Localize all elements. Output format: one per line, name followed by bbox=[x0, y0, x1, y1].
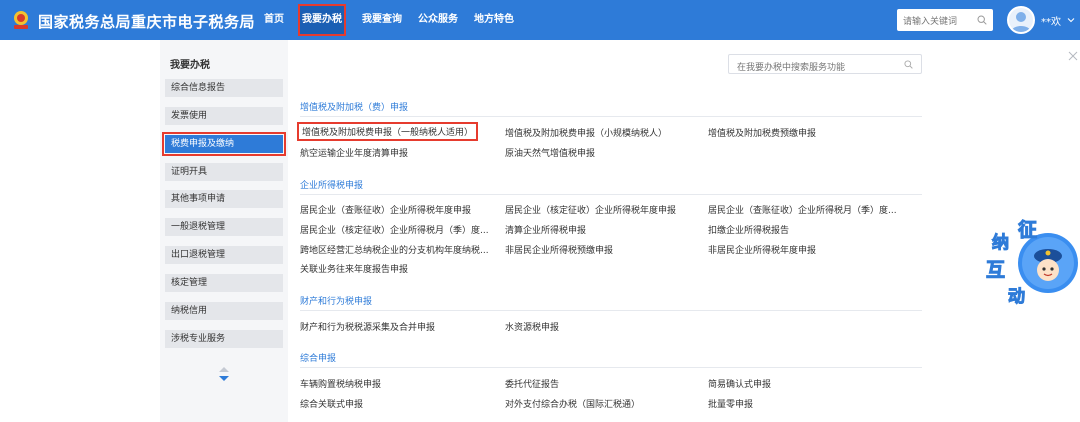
link-cit-liquidation[interactable]: 清算企业所得税申报 bbox=[505, 223, 586, 236]
link-cit-audit-quarterly[interactable]: 居民企业（查账征收）企业所得税月（季）度... bbox=[708, 203, 897, 216]
sidebar-item-certificate[interactable]: 证明开具 bbox=[165, 163, 283, 181]
site-title[interactable]: 国家税务总局重庆市电子税务局 bbox=[38, 11, 255, 32]
service-search-input[interactable] bbox=[729, 59, 899, 77]
top-navigation-bar: 国家税务总局重庆市电子税务局 首页 我要办税 我要查询 公众服务 地方特色 **… bbox=[0, 0, 1080, 40]
sidebar-item-tax-declaration[interactable]: 税费申报及缴纳 bbox=[162, 132, 286, 156]
header-search bbox=[897, 9, 993, 33]
link-cit-assessed-annual[interactable]: 居民企业（核定征收）企业所得税年度申报 bbox=[505, 203, 676, 216]
tax-emblem-icon bbox=[14, 11, 28, 29]
sidebar-title: 我要办税 bbox=[170, 60, 210, 71]
user-avatar[interactable] bbox=[1007, 6, 1035, 34]
nav-home[interactable]: 首页 bbox=[264, 0, 284, 40]
sidebar-item-credit[interactable]: 纳税信用 bbox=[165, 302, 283, 320]
link-cit-branch-annual[interactable]: 跨地区经营汇总纳税企业的分支机构年度纳税... bbox=[300, 243, 489, 256]
link-cit-nonresident-prepay[interactable]: 非居民企业所得税预缴申报 bbox=[505, 243, 613, 256]
link-cit-audit-annual[interactable]: 居民企业（查账征收）企业所得税年度申报 bbox=[300, 203, 471, 216]
link-foreign-payment[interactable]: 对外支付综合办税（国际汇税通） bbox=[505, 397, 640, 410]
mascot-char-3: 互 bbox=[986, 259, 1005, 281]
nav-public-service[interactable]: 公众服务 bbox=[418, 0, 458, 40]
sidebar-item-info-report[interactable]: 综合信息报告 bbox=[165, 79, 283, 97]
section-title-cit: 企业所得税申报 bbox=[300, 181, 364, 191]
link-cit-withholding[interactable]: 扣缴企业所得税报告 bbox=[708, 223, 789, 236]
sidebar-item-export-refund[interactable]: 出口退税管理 bbox=[165, 246, 283, 264]
chevron-down-icon[interactable] bbox=[1067, 16, 1075, 24]
link-vat-small[interactable]: 增值税及附加税费申报（小规模纳税人） bbox=[505, 126, 667, 139]
link-comprehensive-related[interactable]: 综合关联式申报 bbox=[300, 397, 363, 410]
mascot-char-2: 征 bbox=[1018, 218, 1037, 241]
link-batch-zero[interactable]: 批量零申报 bbox=[708, 397, 753, 410]
divider bbox=[300, 367, 922, 368]
link-oil-gas-vat[interactable]: 原油天然气增值税申报 bbox=[505, 146, 595, 159]
link-property-combined[interactable]: 财产和行为税税源采集及合并申报 bbox=[300, 320, 435, 333]
link-agency-report[interactable]: 委托代征报告 bbox=[505, 377, 559, 390]
link-simple-confirm[interactable]: 简易确认式申报 bbox=[708, 377, 771, 390]
user-name[interactable]: **欢 bbox=[1041, 13, 1061, 28]
header-search-input[interactable] bbox=[897, 11, 971, 33]
divider bbox=[300, 310, 922, 311]
link-vehicle-purchase[interactable]: 车辆购置税纳税申报 bbox=[300, 377, 381, 390]
link-water-resource[interactable]: 水资源税申报 bbox=[505, 320, 559, 333]
close-icon[interactable] bbox=[1067, 50, 1079, 62]
mascot-char-1: 纳 bbox=[992, 232, 1009, 253]
search-icon[interactable] bbox=[904, 60, 913, 69]
mascot-icon: 纳 征 互 动 bbox=[986, 218, 1078, 308]
link-cit-assessed-quarterly[interactable]: 居民企业（核定征收）企业所得税月（季）度... bbox=[300, 223, 489, 236]
search-icon[interactable] bbox=[977, 15, 987, 25]
link-vat-prepay[interactable]: 增值税及附加税费预缴申报 bbox=[708, 126, 816, 139]
link-related-party-report[interactable]: 关联业务往来年度报告申报 bbox=[300, 262, 408, 275]
nav-query[interactable]: 我要查询 bbox=[362, 0, 402, 40]
user-icon bbox=[1011, 12, 1031, 32]
section-title-vat: 增值税及附加税（费）申报 bbox=[300, 103, 409, 113]
link-aviation-settlement[interactable]: 航空运输企业年度清算申报 bbox=[300, 146, 408, 159]
sidebar-item-assessment[interactable]: 核定管理 bbox=[165, 274, 283, 292]
service-search bbox=[728, 54, 922, 77]
sidebar-item-professional[interactable]: 涉税专业服务 bbox=[165, 330, 283, 348]
nav-local-features[interactable]: 地方特色 bbox=[474, 0, 514, 40]
scroll-arrows-icon[interactable] bbox=[216, 364, 232, 384]
divider bbox=[300, 116, 922, 117]
interaction-mascot[interactable]: 纳 征 互 动 bbox=[978, 218, 1080, 308]
mascot-char-4: 动 bbox=[1008, 287, 1025, 307]
section-title-property: 财产和行为税申报 bbox=[300, 297, 373, 307]
sidebar-item-invoice[interactable]: 发票使用 bbox=[165, 107, 283, 125]
section-title-comprehensive: 综合申报 bbox=[300, 354, 337, 364]
divider bbox=[300, 194, 922, 195]
sidebar-item-refund[interactable]: 一般退税管理 bbox=[165, 218, 283, 236]
sidebar-item-other-requests[interactable]: 其他事项申请 bbox=[165, 190, 283, 208]
link-cit-nonresident-annual[interactable]: 非居民企业所得税年度申报 bbox=[708, 243, 816, 256]
link-vat-general[interactable]: 增值税及附加税费申报（一般纳税人适用） bbox=[296, 122, 479, 141]
nav-tax-handling[interactable]: 我要办税 bbox=[298, 4, 346, 36]
